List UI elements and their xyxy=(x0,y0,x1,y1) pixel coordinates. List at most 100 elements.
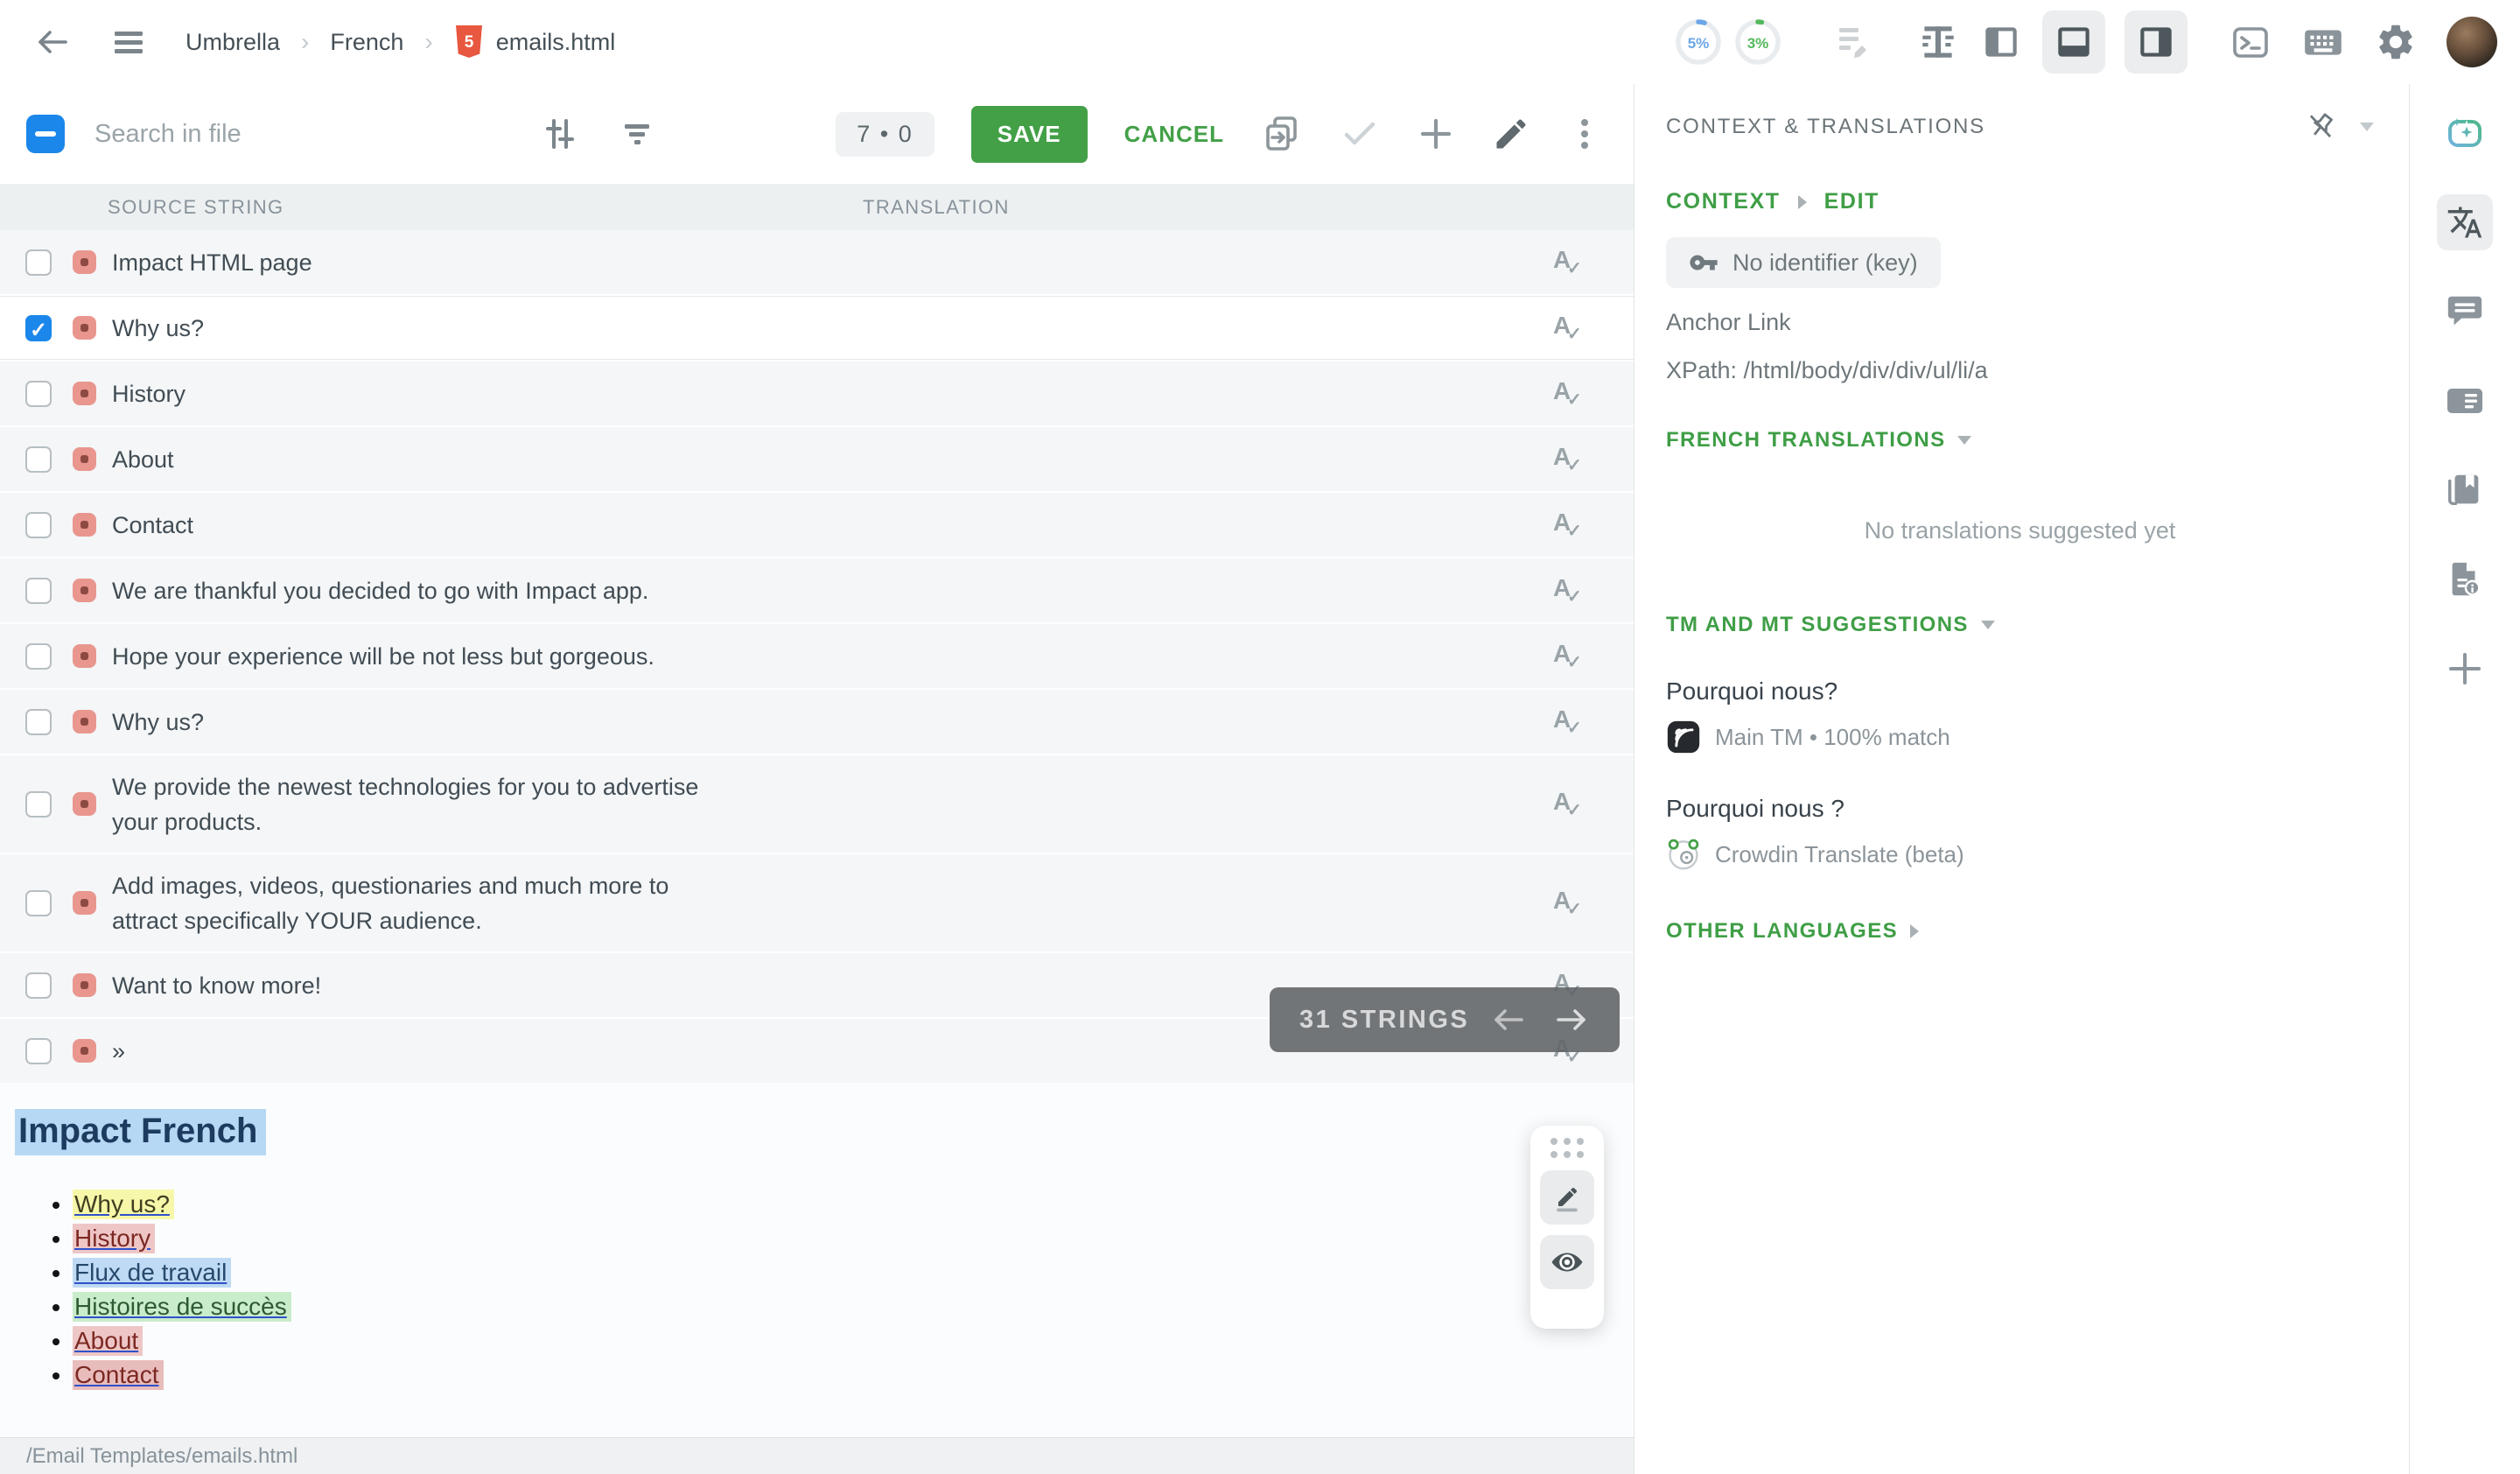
bottom-panel-view-button[interactable] xyxy=(2042,11,2105,74)
cancel-button[interactable]: CANCEL xyxy=(1124,121,1224,148)
side-by-side-view-button[interactable] xyxy=(1916,20,1960,64)
translation-suggestion[interactable]: Pourquoi nous?Main TM • 100% match xyxy=(1666,677,2374,755)
translated-progress-ring[interactable]: 5% xyxy=(1673,17,1724,67)
view-mode-group xyxy=(1916,11,2188,74)
suggest-translation-icon[interactable]: A✓ xyxy=(1550,886,1585,921)
row-checkbox[interactable] xyxy=(25,446,52,473)
copy-source-button[interactable] xyxy=(1261,113,1303,155)
file-context-tab-button[interactable] xyxy=(2437,551,2493,607)
back-arrow-icon xyxy=(33,23,72,61)
string-info-tab-button[interactable] xyxy=(2437,373,2493,429)
draft-translations-button[interactable] xyxy=(1832,21,1874,63)
suggest-translation-icon[interactable]: A✓ xyxy=(1550,639,1585,674)
breadcrumb-project[interactable]: Umbrella xyxy=(186,29,280,56)
row-checkbox[interactable] xyxy=(25,791,52,818)
suggest-translation-icon[interactable]: A✓ xyxy=(1550,311,1585,346)
breadcrumb-language[interactable]: French xyxy=(330,29,403,56)
string-row[interactable]: Impact HTML pageA✓ xyxy=(0,230,1634,294)
plus-icon xyxy=(2446,649,2484,688)
suggest-translation-icon[interactable]: A✓ xyxy=(1550,705,1585,740)
file-path-bar: /Email Templates/emails.html xyxy=(0,1437,1634,1474)
left-panel-view-button[interactable] xyxy=(1979,20,2023,64)
section-tm-mt-suggestions[interactable]: TM AND MT SUGGESTIONS xyxy=(1666,613,2374,637)
drag-handle-icon[interactable] xyxy=(1550,1138,1584,1158)
string-row[interactable]: Why us?A✓ xyxy=(0,296,1634,360)
string-row[interactable]: We provide the newest technologies for y… xyxy=(0,755,1634,853)
string-row[interactable]: Why us?A✓ xyxy=(0,690,1634,754)
preview-edit-mode-button[interactable] xyxy=(1540,1170,1594,1225)
edit-string-button[interactable] xyxy=(1492,115,1530,153)
row-checkbox[interactable] xyxy=(25,709,52,735)
filter-button[interactable] xyxy=(618,115,656,153)
breadcrumb-file[interactable]: 5 emails.html xyxy=(454,25,616,60)
string-row[interactable]: We are thankful you decided to go with I… xyxy=(0,558,1634,622)
untranslated-status-icon xyxy=(73,513,96,537)
approved-progress-ring[interactable]: 3% xyxy=(1732,17,1783,67)
preview-link[interactable]: About xyxy=(73,1326,143,1356)
string-key-pill[interactable]: No identifier (key) xyxy=(1666,237,1941,288)
preview-list-item: About xyxy=(73,1323,1634,1358)
hamburger-icon xyxy=(110,24,147,60)
search-input[interactable] xyxy=(94,120,514,149)
suggest-translation-icon[interactable]: A✓ xyxy=(1550,442,1585,477)
suggest-translation-icon[interactable]: A✓ xyxy=(1550,573,1585,608)
row-checkbox[interactable] xyxy=(25,512,52,538)
topbar: Umbrella › French › 5 emails.html 5% xyxy=(0,0,2520,84)
string-row[interactable]: Add images, videos, questionaries and mu… xyxy=(0,854,1634,951)
strings-toolbar: 7 • 0 SAVE CANCEL xyxy=(0,84,1634,184)
save-button[interactable]: SAVE xyxy=(971,106,1088,163)
tab-edit[interactable]: EDIT xyxy=(1824,189,1880,214)
console-button[interactable] xyxy=(2230,21,2272,63)
preview-link[interactable]: History xyxy=(73,1224,155,1253)
shortcuts-button[interactable] xyxy=(2301,20,2345,64)
suggest-translation-icon[interactable]: A✓ xyxy=(1550,787,1585,822)
section-other-languages[interactable]: OTHER LANGUAGES xyxy=(1666,919,2374,944)
preview-link[interactable]: Contact xyxy=(73,1360,164,1390)
back-button[interactable] xyxy=(33,23,72,61)
preview-view-mode-button[interactable] xyxy=(1540,1235,1594,1289)
row-checkbox[interactable] xyxy=(25,643,52,670)
row-checkbox[interactable] xyxy=(25,578,52,604)
string-row[interactable]: HistoryA✓ xyxy=(0,361,1634,425)
string-row[interactable]: Hope your experience will be not less bu… xyxy=(0,624,1634,688)
row-checkbox[interactable] xyxy=(25,972,52,999)
suggest-translation-icon[interactable]: A✓ xyxy=(1550,376,1585,411)
add-panel-button[interactable] xyxy=(2437,641,2493,697)
suggest-translation-icon[interactable]: A✓ xyxy=(1550,508,1585,543)
next-page-button[interactable] xyxy=(1553,1003,1590,1036)
suggest-translation-icon[interactable]: A✓ xyxy=(1550,245,1585,280)
preview-list-item: History xyxy=(73,1221,1634,1255)
suggestion-list: Pourquoi nous?Main TM • 100% match Pourqu… xyxy=(1666,677,2374,872)
preview-link[interactable]: Why us? xyxy=(73,1190,174,1219)
row-checkbox[interactable] xyxy=(25,249,52,276)
string-row[interactable]: AboutA✓ xyxy=(0,427,1634,491)
translation-suggestion[interactable]: Pourquoi nous ?Crowdin Translate (beta) xyxy=(1666,795,2374,872)
comments-tab-button[interactable] xyxy=(2437,284,2493,340)
section-french-translations[interactable]: FRENCH TRANSLATIONS xyxy=(1666,428,2374,453)
untranslated-status-icon xyxy=(73,891,96,915)
row-checkbox[interactable] xyxy=(25,381,52,407)
row-checkbox[interactable] xyxy=(25,1038,52,1064)
string-row[interactable]: ContactA✓ xyxy=(0,493,1634,557)
unpin-panel-button[interactable] xyxy=(2304,110,2337,144)
menu-button[interactable] xyxy=(110,24,147,60)
search-settings-button[interactable] xyxy=(541,115,579,153)
preview-link[interactable]: Histoires de succès xyxy=(73,1292,291,1322)
key-label: No identifier (key) xyxy=(1732,249,1918,277)
select-all-checkbox[interactable] xyxy=(26,115,65,153)
glossary-tab-button[interactable] xyxy=(2437,462,2493,518)
row-checkbox[interactable] xyxy=(25,890,52,916)
ai-assistant-button[interactable] xyxy=(2437,105,2493,161)
approve-button[interactable] xyxy=(1340,114,1380,154)
user-avatar[interactable] xyxy=(2446,17,2497,67)
settings-button[interactable] xyxy=(2375,21,2417,63)
tab-context[interactable]: CONTEXT xyxy=(1666,189,1781,214)
add-string-button[interactable] xyxy=(1417,115,1455,153)
translations-tab-button[interactable] xyxy=(2437,194,2493,250)
collapse-panel-button[interactable] xyxy=(2360,123,2374,131)
row-checkbox-checked[interactable] xyxy=(25,315,52,341)
right-panel-view-button[interactable] xyxy=(2124,11,2188,74)
preview-link[interactable]: Flux de travail xyxy=(73,1258,231,1288)
more-actions-button[interactable] xyxy=(1567,115,1602,153)
previous-page-button[interactable] xyxy=(1490,1003,1527,1036)
